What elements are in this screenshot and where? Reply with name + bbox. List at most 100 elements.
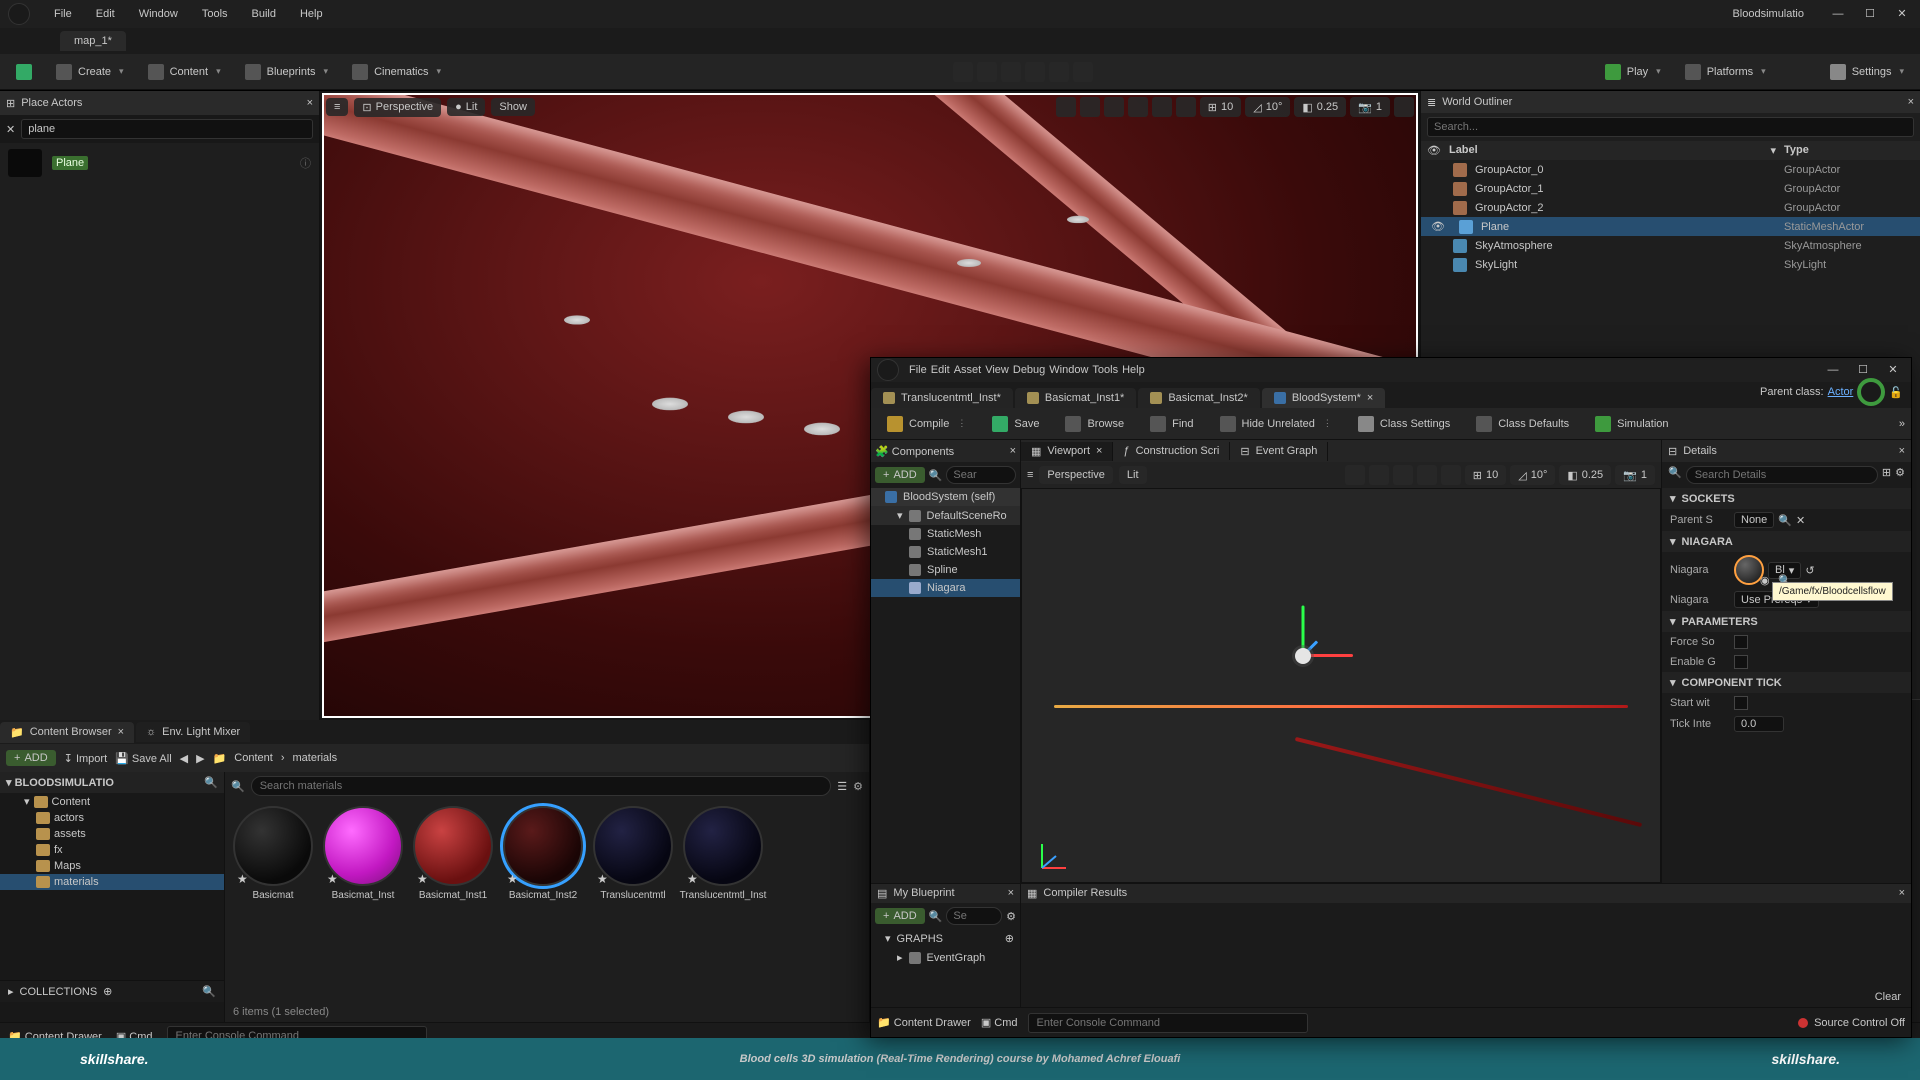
- gear-icon[interactable]: ⚙: [1006, 910, 1016, 923]
- close-icon[interactable]: ×: [1908, 96, 1914, 108]
- details-search[interactable]: [1686, 466, 1878, 484]
- column-label[interactable]: Label: [1449, 144, 1763, 157]
- hamburger-icon[interactable]: ≡: [1027, 469, 1033, 481]
- section-sockets[interactable]: ▾ SOCKETS: [1662, 488, 1911, 509]
- outliner-search[interactable]: [1427, 117, 1914, 137]
- menu-help[interactable]: Help: [288, 8, 335, 20]
- start-with-checkbox[interactable]: [1734, 696, 1748, 710]
- tree-item[interactable]: Maps: [0, 858, 224, 874]
- tree-item-selected[interactable]: materials: [0, 874, 224, 890]
- asset-item[interactable]: ★Basicmat_Inst1: [411, 806, 495, 996]
- menu-window[interactable]: Window: [127, 8, 190, 20]
- section-niagara[interactable]: ▾ NIAGARA: [1662, 531, 1911, 552]
- tab-viewport[interactable]: ▦Viewport×: [1021, 442, 1113, 461]
- bp-tab-active[interactable]: BloodSystem*×: [1262, 388, 1386, 408]
- bp-menu-asset[interactable]: Asset: [954, 364, 982, 376]
- bp-save-button[interactable]: Save: [982, 412, 1049, 436]
- tab-construction-script[interactable]: ƒConstruction Scri: [1113, 442, 1230, 460]
- scale-tool-icon[interactable]: [1128, 97, 1148, 117]
- chevron-down-icon[interactable]: ▾: [1770, 144, 1776, 157]
- bp-camera-speed[interactable]: 📷 1: [1615, 465, 1655, 485]
- translate-tool-icon[interactable]: [1369, 465, 1389, 485]
- viewport-show[interactable]: Show: [491, 98, 535, 116]
- landscape-icon[interactable]: [977, 62, 997, 82]
- close-icon[interactable]: ×: [1010, 445, 1016, 457]
- bp-lit[interactable]: Lit: [1119, 466, 1147, 484]
- settings-button[interactable]: Settings▾: [1820, 60, 1914, 84]
- cinematics-button[interactable]: Cinematics▾: [342, 60, 451, 84]
- menu-edit[interactable]: Edit: [84, 8, 127, 20]
- tree-item[interactable]: fx: [0, 842, 224, 858]
- outliner-row[interactable]: GroupActor_1GroupActor: [1421, 179, 1920, 198]
- gear-icon[interactable]: ⚙: [1895, 466, 1905, 484]
- scale-snap[interactable]: ◧0.25: [1294, 97, 1346, 117]
- mybp-add-button[interactable]: + ADD: [875, 908, 925, 924]
- blueprints-button[interactable]: Blueprints▾: [235, 60, 338, 84]
- save-button[interactable]: [6, 60, 42, 84]
- bp-viewport[interactable]: [1021, 488, 1661, 883]
- close-icon[interactable]: ×: [1367, 392, 1373, 404]
- rotate-tool-icon[interactable]: [1393, 465, 1413, 485]
- section-component-tick[interactable]: ▾ COMPONENT TICK: [1662, 672, 1911, 693]
- clear-icon[interactable]: ✕: [6, 123, 15, 136]
- translate-tool-icon[interactable]: [1080, 97, 1100, 117]
- place-actors-search[interactable]: [21, 119, 313, 139]
- close-icon[interactable]: ×: [1008, 887, 1014, 900]
- cb-import-button[interactable]: ↧ Import: [64, 752, 107, 765]
- close-icon[interactable]: ×: [118, 726, 124, 739]
- event-graph-item[interactable]: ▸ EventGraph: [871, 948, 1020, 967]
- world-local-icon[interactable]: [1152, 97, 1172, 117]
- settings-icon[interactable]: ⚙: [853, 780, 863, 793]
- asset-item-selected[interactable]: ★Basicmat_Inst2: [501, 806, 585, 996]
- tab-env-light-mixer[interactable]: ☼Env. Light Mixer: [136, 722, 250, 742]
- collections-label[interactable]: COLLECTIONS: [20, 986, 98, 998]
- content-button[interactable]: Content▾: [138, 60, 231, 84]
- bp-menu-window[interactable]: Window: [1049, 364, 1088, 376]
- bp-grid-snap[interactable]: ⊞ 10: [1465, 465, 1506, 485]
- world-local-icon[interactable]: [1441, 465, 1461, 485]
- search-icon[interactable]: 🔍: [1778, 514, 1792, 527]
- component-item[interactable]: Spline: [871, 561, 1020, 579]
- cb-asset-search[interactable]: [251, 776, 832, 796]
- close-icon[interactable]: ×: [307, 97, 313, 109]
- component-item-selected[interactable]: Niagara: [871, 579, 1020, 597]
- menu-build[interactable]: Build: [240, 8, 288, 20]
- outliner-row-selected[interactable]: 👁PlaneStaticMeshActor: [1421, 217, 1920, 236]
- add-component-button[interactable]: + ADD: [875, 467, 925, 483]
- bp-tab[interactable]: Translucentmtl_Inst*: [871, 388, 1013, 408]
- outliner-row[interactable]: SkyAtmosphereSkyAtmosphere: [1421, 236, 1920, 255]
- window-minimize-button[interactable]: —: [1826, 2, 1850, 26]
- cb-add-button[interactable]: + ADD: [6, 750, 56, 766]
- clear-icon[interactable]: ✕: [1796, 514, 1805, 527]
- section-parameters[interactable]: ▾ PARAMETERS: [1662, 611, 1911, 632]
- component-item[interactable]: ▾DefaultSceneRo: [871, 506, 1020, 525]
- select-tool-icon[interactable]: [1345, 465, 1365, 485]
- class-settings-button[interactable]: Class Settings: [1348, 412, 1460, 436]
- window-maximize-button[interactable]: ☐: [1858, 2, 1882, 26]
- bp-perspective[interactable]: Perspective: [1039, 466, 1112, 484]
- find-button[interactable]: Find: [1140, 412, 1203, 436]
- tree-item[interactable]: actors: [0, 810, 224, 826]
- menu-tools[interactable]: Tools: [190, 8, 240, 20]
- bp-menu-tools[interactable]: Tools: [1092, 364, 1118, 376]
- breadcrumb-segment[interactable]: materials: [293, 752, 338, 764]
- overflow-icon[interactable]: »: [1899, 418, 1905, 430]
- bp-console-input[interactable]: [1028, 1013, 1308, 1033]
- tab-event-graph[interactable]: ⊟Event Graph: [1230, 442, 1328, 461]
- browse-button[interactable]: Browse: [1055, 412, 1134, 436]
- scale-tool-icon[interactable]: [1417, 465, 1437, 485]
- reset-icon[interactable]: ↺: [1805, 564, 1814, 577]
- surface-snap-icon[interactable]: [1176, 97, 1196, 117]
- tree-item[interactable]: ▾Content: [0, 793, 224, 810]
- column-type[interactable]: Type: [1784, 144, 1914, 157]
- use-selected-icon[interactable]: ◉: [1760, 574, 1770, 587]
- graphs-section[interactable]: ▾ GRAPHS⊕: [871, 929, 1020, 948]
- bp-menu-edit[interactable]: Edit: [931, 364, 950, 376]
- play-button[interactable]: Play▾: [1595, 60, 1671, 84]
- tab-content-browser[interactable]: 📁Content Browser×: [0, 722, 134, 743]
- plus-icon[interactable]: ⊕: [103, 985, 112, 998]
- select-mode-icon[interactable]: [953, 62, 973, 82]
- bp-menu-file[interactable]: File: [909, 364, 927, 376]
- window-close-button[interactable]: ✕: [1890, 2, 1914, 26]
- outliner-row[interactable]: GroupActor_0GroupActor: [1421, 160, 1920, 179]
